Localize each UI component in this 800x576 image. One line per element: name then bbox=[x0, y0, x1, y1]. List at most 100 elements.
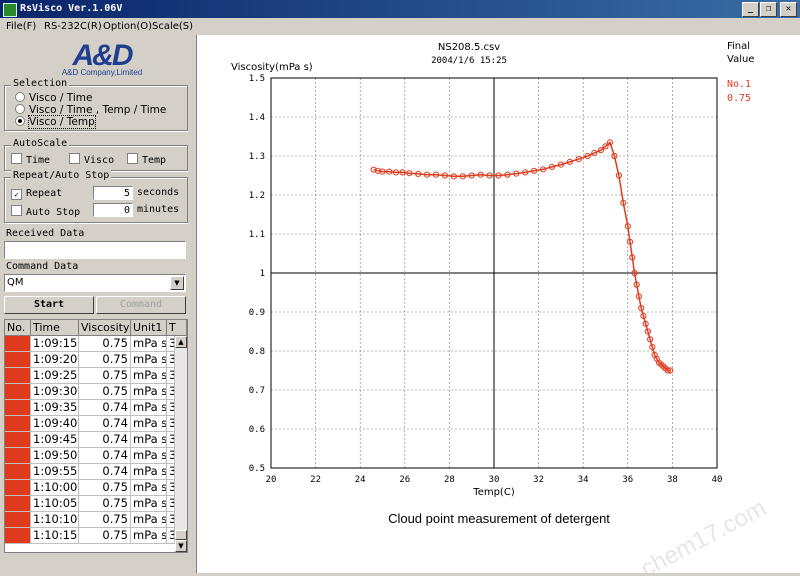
y-tick-label: 0.8 bbox=[249, 347, 265, 357]
data-table: No. Time Viscosity Unit1 T 1:09:15 0.75 mP… bbox=[4, 319, 188, 553]
scroll-up-icon[interactable]: ▲ bbox=[175, 336, 187, 348]
chart-grid bbox=[270, 77, 718, 469]
cell-t: 3 bbox=[167, 528, 175, 543]
cell-time: 1:09:45 bbox=[33, 432, 79, 447]
cell-viscosity: 0.75 bbox=[79, 336, 131, 351]
autoscale-label: AutoScale bbox=[11, 138, 70, 149]
logo-sub-text: A&D Company,Limited bbox=[62, 68, 142, 77]
cell-t: 3 bbox=[167, 384, 175, 399]
cell-viscosity: 0.75 bbox=[79, 480, 131, 495]
table-row[interactable]: 1:10:150.75mPa s3 bbox=[5, 528, 175, 544]
column-header-viscosity[interactable]: Viscosity bbox=[79, 320, 131, 336]
chart-title: NS208.5.csv bbox=[438, 42, 500, 53]
table-row[interactable]: 1:10:000.75mPa s3 bbox=[5, 480, 175, 496]
cell-unit: mPa s bbox=[133, 496, 167, 511]
cell-unit: mPa s bbox=[133, 384, 167, 399]
table-row[interactable]: 1:10:100.75mPa s3 bbox=[5, 512, 175, 528]
radio-dot-selected bbox=[15, 116, 25, 126]
y-tick-label: 0.5 bbox=[249, 464, 265, 474]
y-tick-label: 0.9 bbox=[249, 308, 265, 318]
start-button[interactable]: Start bbox=[4, 296, 94, 314]
radio-visco-temp[interactable]: Visco / Temp bbox=[15, 115, 96, 129]
y-tick-label: 1.1 bbox=[249, 230, 265, 240]
company-logo: A&D A&D Company,Limited bbox=[52, 37, 152, 77]
cell-viscosity: 0.75 bbox=[79, 496, 131, 511]
received-data-label: Received Data bbox=[6, 228, 85, 239]
menu-file[interactable]: File(F) bbox=[6, 18, 36, 35]
cell-t: 3 bbox=[167, 400, 175, 415]
y-tick-label: 1 bbox=[260, 269, 265, 279]
command-button[interactable]: Command bbox=[96, 296, 186, 314]
final-value-label-1: Final bbox=[727, 41, 750, 52]
scroll-down-icon[interactable]: ▼ bbox=[175, 540, 187, 552]
received-data-field[interactable] bbox=[4, 241, 186, 259]
restore-button[interactable]: ❐ bbox=[760, 2, 777, 17]
cell-t: 3 bbox=[167, 496, 175, 511]
table-row[interactable]: 1:09:200.75mPa s3 bbox=[5, 352, 175, 368]
y-tick-label: 0.7 bbox=[249, 386, 265, 396]
panel-splitter[interactable] bbox=[188, 35, 196, 573]
menu-bar: File(F) RS-232C(R) Option(O) Scale(S) bbox=[0, 18, 800, 35]
column-header-time[interactable]: Time bbox=[31, 320, 79, 336]
table-row[interactable]: 1:09:300.75mPa s3 bbox=[5, 384, 175, 400]
table-row[interactable]: 1:09:550.74mPa s3 bbox=[5, 464, 175, 480]
minimize-button[interactable]: _ bbox=[742, 2, 759, 17]
series-final-value: 0.75 bbox=[727, 93, 751, 104]
cell-unit: mPa s bbox=[133, 368, 167, 383]
cell-time: 1:10:10 bbox=[33, 512, 79, 527]
chevron-down-icon[interactable]: ▼ bbox=[170, 276, 184, 290]
cell-unit: mPa s bbox=[133, 400, 167, 415]
cell-t: 3 bbox=[167, 464, 175, 479]
table-row[interactable]: 1:10:050.75mPa s3 bbox=[5, 496, 175, 512]
repeat-group: Repeat/Auto Stop ✓ Repeat 5 seconds Auto … bbox=[4, 170, 188, 223]
table-row[interactable]: 1:09:500.74mPa s3 bbox=[5, 448, 175, 464]
final-value-label-2: Value bbox=[727, 54, 754, 65]
autoscale-visco-checkbox[interactable]: Visco bbox=[69, 153, 114, 166]
cell-time: 1:10:00 bbox=[33, 480, 79, 495]
x-tick-label: 40 bbox=[712, 475, 723, 485]
column-header-no[interactable]: No. bbox=[5, 320, 31, 336]
repeat-seconds-input[interactable]: 5 bbox=[93, 186, 133, 200]
table-row[interactable]: 1:09:450.74mPa s3 bbox=[5, 432, 175, 448]
menu-scale[interactable]: Scale(S) bbox=[152, 18, 193, 35]
table-row[interactable]: 1:09:150.75mPa s3 bbox=[5, 336, 175, 352]
autostop-minutes-input[interactable]: 0 bbox=[93, 203, 133, 217]
radio-visco-time[interactable]: Visco / Time bbox=[15, 92, 92, 104]
chart-caption: Cloud point measurement of detergent bbox=[388, 511, 610, 526]
chart-ticks: 20 22 24 26 28 30 32 34 36 38 40 0.5 0.6 0.7 0.8 0.9 1 1.… bbox=[249, 74, 723, 485]
x-tick-label: 32 bbox=[533, 475, 544, 485]
scroll-thumb[interactable] bbox=[175, 530, 187, 540]
cell-time: 1:09:15 bbox=[33, 336, 79, 351]
y-axis-label: Viscosity(mPa s) bbox=[231, 62, 313, 73]
command-data-select[interactable]: QM ▼ bbox=[4, 274, 186, 292]
selection-group: Selection Visco / Time Visco / Time , Te… bbox=[4, 78, 188, 131]
autoscale-temp-checkbox[interactable]: Temp bbox=[127, 153, 166, 166]
cell-t: 3 bbox=[167, 368, 175, 383]
autoscale-time-checkbox[interactable]: Time bbox=[11, 153, 50, 166]
cell-viscosity: 0.75 bbox=[79, 512, 131, 527]
cell-viscosity: 0.75 bbox=[79, 384, 131, 399]
column-header-t[interactable]: T bbox=[167, 320, 187, 336]
table-row[interactable]: 1:09:250.75mPa s3 bbox=[5, 368, 175, 384]
cell-no bbox=[5, 384, 31, 399]
table-row[interactable]: 1:09:400.74mPa s3 bbox=[5, 416, 175, 432]
menu-rs232c[interactable]: RS-232C(R) bbox=[44, 18, 102, 35]
repeat-checkbox[interactable]: ✓ Repeat bbox=[11, 188, 62, 200]
close-button[interactable]: ✕ bbox=[780, 2, 797, 17]
radio-visco-time-temp-time[interactable]: Visco / Time , Temp / Time bbox=[15, 104, 166, 116]
cell-time: 1:09:55 bbox=[33, 464, 79, 479]
control-panel: A&D A&D Company,Limited Selection Visco … bbox=[0, 35, 193, 573]
series-name-label: No.1 bbox=[727, 79, 751, 90]
autostop-checkbox[interactable]: Auto Stop bbox=[11, 205, 80, 218]
table-scrollbar[interactable]: ▲ ▼ bbox=[175, 336, 187, 552]
cell-no bbox=[5, 352, 31, 367]
cell-time: 1:10:15 bbox=[33, 528, 79, 543]
repeat-group-label: Repeat/Auto Stop bbox=[11, 170, 112, 181]
cell-unit: mPa s bbox=[133, 480, 167, 495]
column-header-unit1[interactable]: Unit1 bbox=[131, 320, 167, 336]
x-tick-label: 22 bbox=[310, 475, 321, 485]
menu-option[interactable]: Option(O) bbox=[103, 18, 152, 35]
y-tick-label: 1.5 bbox=[249, 74, 265, 84]
table-row[interactable]: 1:09:350.74mPa s3 bbox=[5, 400, 175, 416]
cell-t: 3 bbox=[167, 416, 175, 431]
